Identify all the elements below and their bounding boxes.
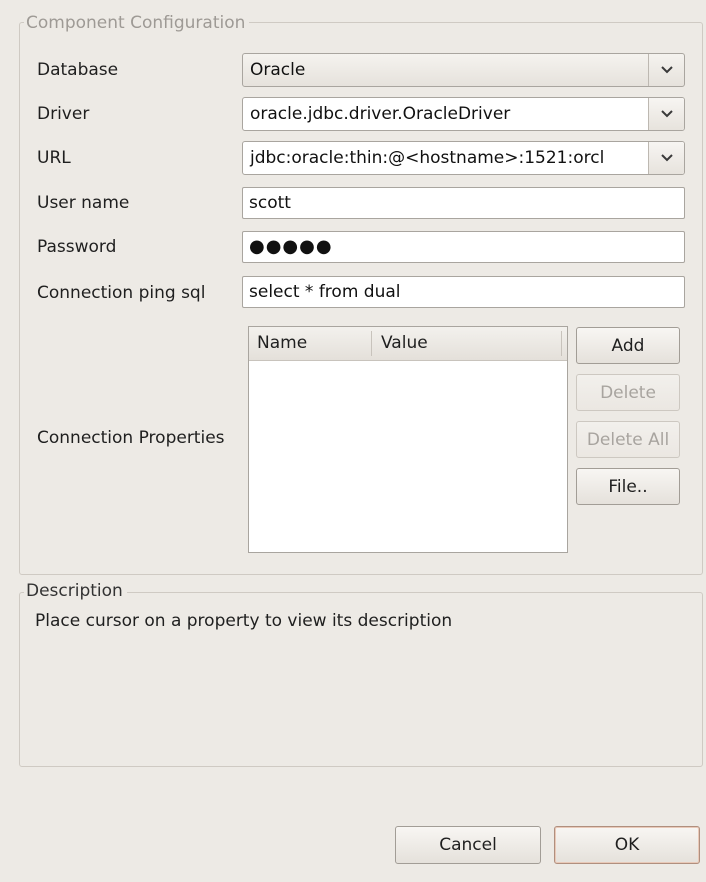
delete-all-properties-button[interactable]: Delete All (576, 421, 680, 458)
database-select[interactable]: Oracle (242, 53, 685, 87)
url-combo[interactable]: jdbc:oracle:thin:@<hostname>:1521:orcl (242, 141, 685, 175)
driver-combo[interactable]: oracle.jdbc.driver.OracleDriver (242, 97, 685, 131)
column-divider[interactable] (371, 331, 372, 356)
cancel-button[interactable]: Cancel (395, 826, 541, 864)
url-value[interactable]: jdbc:oracle:thin:@<hostname>:1521:orcl (250, 142, 604, 174)
url-label: URL (37, 148, 71, 168)
username-label: User name (37, 193, 130, 213)
file-button[interactable]: File.. (576, 468, 680, 505)
database-dropdown-button[interactable] (648, 54, 684, 86)
table-header: Name Value (249, 327, 567, 361)
add-property-button[interactable]: Add (576, 327, 680, 364)
driver-label: Driver (37, 104, 90, 124)
chevron-down-icon (660, 154, 673, 162)
chevron-down-icon (660, 110, 673, 118)
ping-sql-input[interactable]: select * from dual (242, 276, 685, 308)
description-text: Place cursor on a property to view its d… (35, 611, 453, 631)
delete-property-button[interactable]: Delete (576, 374, 680, 411)
connection-properties-table[interactable]: Name Value (248, 326, 568, 553)
ok-button[interactable]: OK (554, 826, 700, 864)
password-input[interactable]: ●●●●● (242, 231, 685, 263)
password-label: Password (37, 237, 117, 257)
database-value: Oracle (250, 60, 306, 80)
chevron-down-icon (660, 66, 673, 74)
description-legend: Description (24, 581, 127, 601)
component-configuration-legend: Component Configuration (24, 13, 250, 33)
column-header-value[interactable]: Value (381, 327, 428, 360)
driver-value[interactable]: oracle.jdbc.driver.OracleDriver (250, 98, 510, 130)
driver-dropdown-button[interactable] (648, 98, 684, 130)
username-input[interactable]: scott (242, 187, 685, 219)
connection-properties-label: Connection Properties (37, 428, 225, 448)
column-divider[interactable] (561, 331, 562, 356)
column-header-name[interactable]: Name (257, 327, 307, 360)
ping-sql-label: Connection ping sql (37, 283, 206, 303)
database-label: Database (37, 60, 119, 80)
url-dropdown-button[interactable] (648, 142, 684, 174)
